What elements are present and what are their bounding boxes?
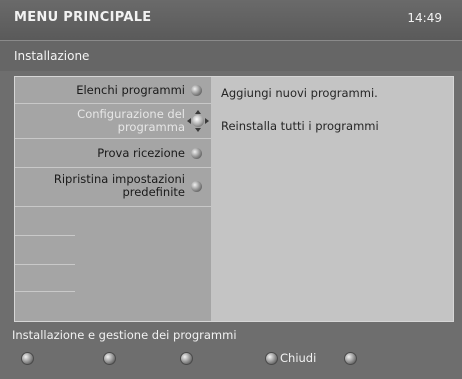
menu-item-configurazione-programma[interactable]: Configurazione del programma [15, 104, 211, 139]
menu-item-label: Elenchi programmi [76, 83, 185, 97]
menu-panel: Elenchi programmi Configurazione del pro… [14, 76, 454, 322]
menu-item-elenchi-programmi[interactable]: Elenchi programmi [15, 77, 211, 104]
details-pane: Aggiungi nuovi programmi. Reinstalla tut… [211, 77, 453, 321]
select-knob-icon [191, 148, 202, 159]
green-button-icon[interactable] [103, 352, 116, 365]
menu-item-prova-ricezione[interactable]: Prova ricezione [15, 139, 211, 168]
blue-button-icon[interactable] [265, 352, 278, 365]
menu-item-ripristina-impostazioni[interactable]: Ripristina impostazioni predefinite [15, 168, 211, 207]
remote-button-row: Chiudi [0, 348, 462, 370]
divider [15, 264, 75, 265]
close-button[interactable]: Chiudi [280, 351, 316, 365]
tv-menu-screen: MENU PRINCIPALE 14:49 Installazione Elen… [0, 0, 462, 379]
divider [15, 235, 75, 236]
select-knob-icon [191, 181, 202, 192]
menu-list: Elenchi programmi Configurazione del pro… [15, 77, 211, 321]
section-title: Installazione [14, 49, 90, 63]
navigation-cross-icon [187, 110, 209, 132]
detail-line: Reinstalla tutti i programmi [221, 119, 379, 133]
section-bar: Installazione [0, 40, 462, 71]
yellow-button-icon[interactable] [180, 352, 193, 365]
ok-button-icon[interactable] [344, 352, 357, 365]
clock: 14:49 [407, 11, 442, 25]
menu-title: MENU PRINCIPALE [14, 10, 152, 25]
menu-item-label: Ripristina impostazioni predefinite [53, 172, 185, 199]
menu-item-label: Configurazione del programma [77, 107, 185, 134]
detail-line: Aggiungi nuovi programmi. [221, 86, 378, 100]
menu-item-label: Prova ricezione [97, 146, 185, 160]
top-bar: MENU PRINCIPALE 14:49 [0, 0, 462, 40]
status-text: Installazione e gestione dei programmi [12, 328, 237, 342]
select-knob-icon [191, 85, 202, 96]
red-button-icon[interactable] [21, 352, 34, 365]
divider [15, 291, 75, 292]
